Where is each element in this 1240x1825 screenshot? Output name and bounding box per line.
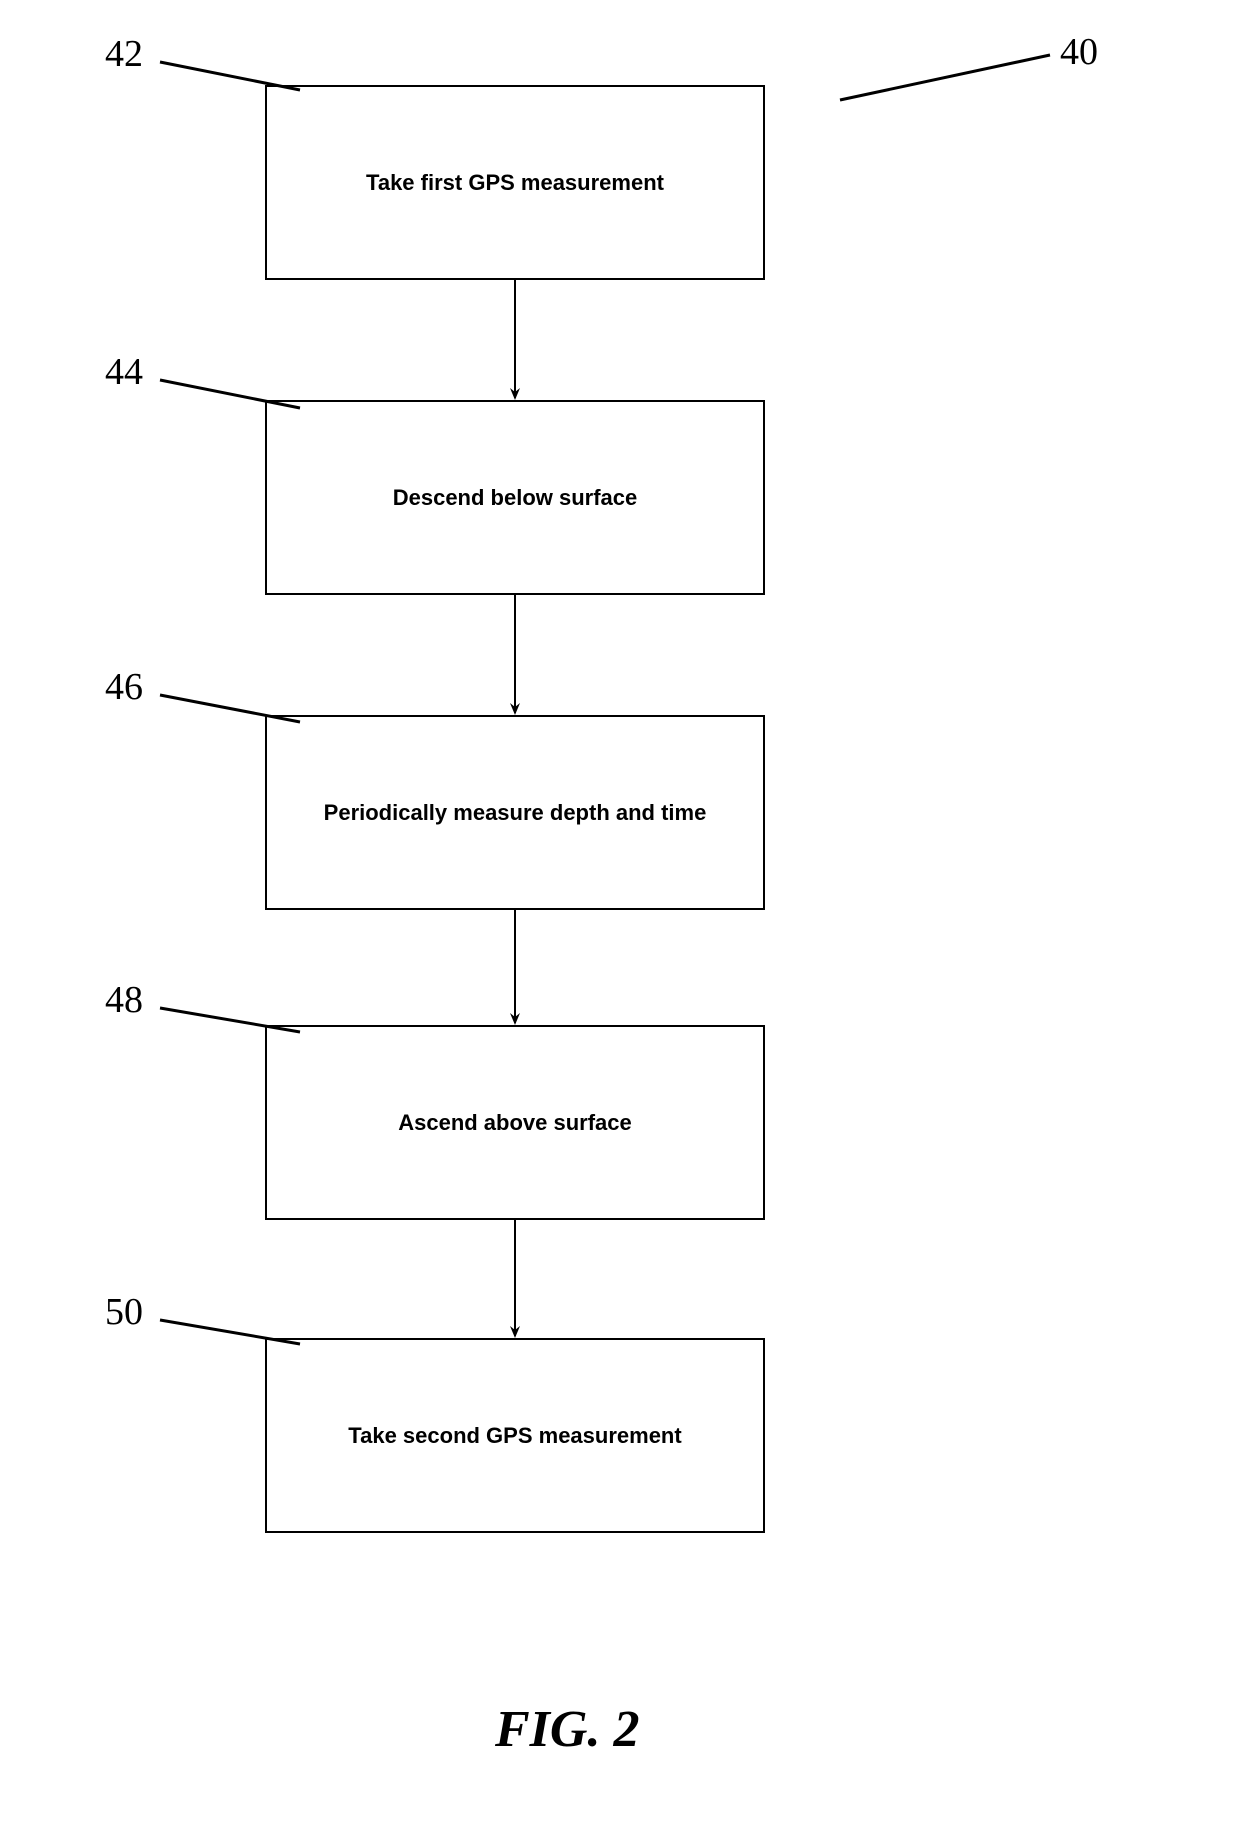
leadline-40 [840, 55, 1050, 100]
figure-label: FIG. 2 [495, 1700, 639, 1759]
ref-label-42: 42 [105, 32, 143, 76]
step-2-box: Descend below surface [265, 400, 765, 595]
ref-label-48: 48 [105, 978, 143, 1022]
step-2-label: Descend below surface [393, 485, 638, 511]
ref-label-50: 50 [105, 1290, 143, 1334]
flowchart-canvas: Take first GPS measurement Descend below… [0, 0, 1240, 1825]
step-5-label: Take second GPS measurement [348, 1423, 681, 1449]
step-1-box: Take first GPS measurement [265, 85, 765, 280]
step-4-label: Ascend above surface [398, 1110, 632, 1136]
step-5-box: Take second GPS measurement [265, 1338, 765, 1533]
ref-label-44: 44 [105, 350, 143, 394]
step-3-label: Periodically measure depth and time [324, 800, 707, 826]
step-3-box: Periodically measure depth and time [265, 715, 765, 910]
step-4-box: Ascend above surface [265, 1025, 765, 1220]
step-1-label: Take first GPS measurement [366, 170, 664, 196]
ref-label-40: 40 [1060, 30, 1098, 74]
ref-label-46: 46 [105, 665, 143, 709]
